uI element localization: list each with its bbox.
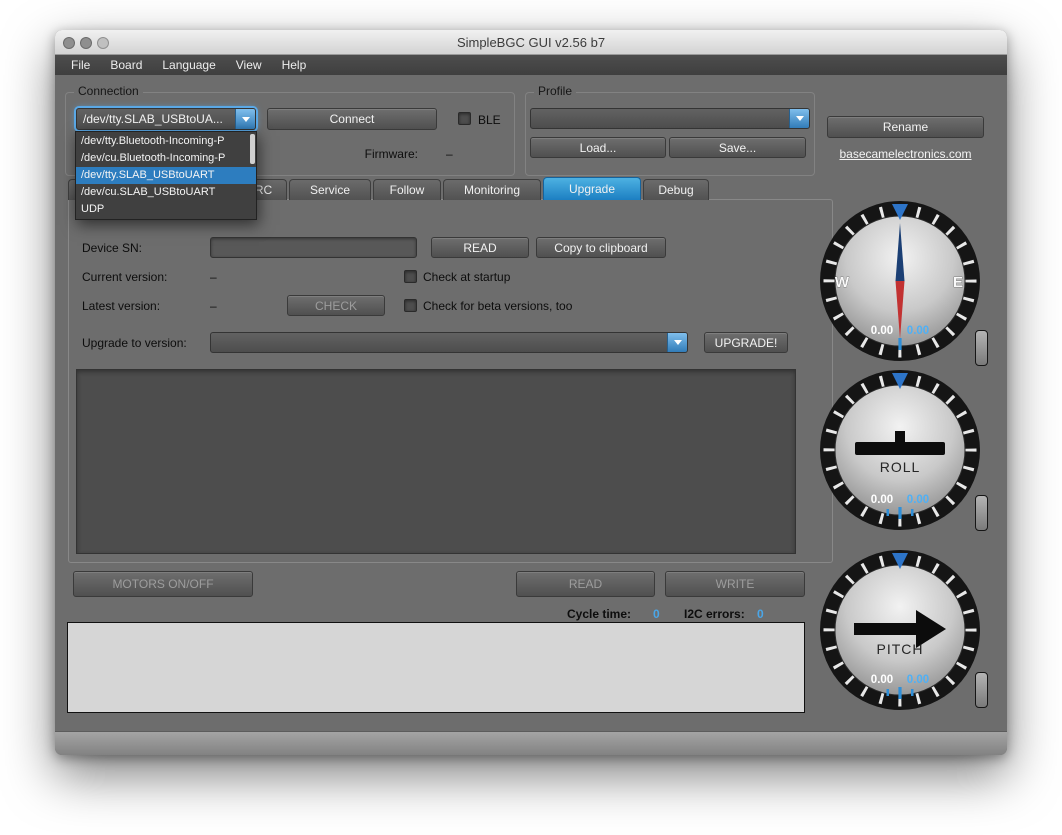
port-option-1[interactable]: /dev/tty.Bluetooth-Incoming-P: [76, 133, 256, 150]
roll-indicator-bar: [855, 442, 945, 455]
beta-versions-checkbox[interactable]: [404, 299, 417, 312]
copy-to-clipboard-button[interactable]: Copy to clipboard: [536, 237, 666, 258]
port-option-5[interactable]: UDP: [76, 201, 256, 218]
i2c-errors-value: 0: [757, 607, 764, 621]
roll-target-tick: [898, 507, 902, 519]
firmware-value: –: [446, 147, 453, 161]
roll-target-value: 0.00: [907, 494, 929, 506]
menu-help[interactable]: Help: [272, 55, 317, 75]
pitch-value: 0.00: [871, 674, 893, 686]
connect-button[interactable]: Connect: [267, 108, 437, 130]
heading-target-value: 0.00: [907, 325, 929, 337]
firmware-log-area[interactable]: [76, 369, 796, 554]
east-label: E: [953, 274, 963, 291]
pitch-arrow-shaft: [854, 623, 917, 635]
chevron-down-icon[interactable]: [789, 109, 809, 128]
current-version-label: Current version:: [82, 270, 168, 284]
roll-gauge: ROLL 0.00 0.00: [818, 368, 982, 532]
motors-on-off-button[interactable]: MOTORS ON/OFF: [73, 571, 253, 597]
latest-version-label: Latest version:: [82, 299, 161, 313]
menubar: File Board Language View Help: [55, 55, 1007, 75]
basecam-link[interactable]: basecamelectronics.com: [827, 147, 984, 161]
i2c-errors-label: I2C errors:: [684, 607, 745, 621]
window-title: SimpleBGC GUI v2.56 b7: [456, 35, 606, 50]
menu-view[interactable]: View: [226, 55, 272, 75]
port-dropdown-list: /dev/tty.Bluetooth-Incoming-P /dev/cu.Bl…: [75, 131, 257, 220]
connection-group-label: Connection: [74, 84, 143, 98]
status-console: [67, 622, 805, 713]
menu-file[interactable]: File: [61, 55, 100, 75]
firmware-label: Firmware:: [364, 147, 418, 161]
tab-debug[interactable]: Debug: [643, 179, 709, 200]
device-sn-label: Device SN:: [82, 241, 143, 255]
chevron-down-icon[interactable]: [667, 333, 687, 352]
save-button[interactable]: Save...: [669, 137, 806, 158]
check-button[interactable]: CHECK: [287, 295, 385, 316]
heading-value: 0.00: [871, 325, 893, 337]
roll-value: 0.00: [871, 494, 893, 506]
pitch-gauge: PITCH 0.00 0.00: [818, 548, 982, 712]
app-window: SimpleBGC GUI v2.56 b7 File Board Langua…: [55, 30, 1007, 755]
titlebar: SimpleBGC GUI v2.56 b7: [55, 30, 1007, 55]
cycle-time-label: Cycle time:: [567, 607, 632, 621]
beta-versions-label: Check for beta versions, too: [423, 299, 573, 313]
pitch-gauge-label: PITCH: [877, 641, 924, 657]
tab-monitoring[interactable]: Monitoring: [443, 179, 541, 200]
profile-select-value: [531, 109, 789, 128]
upgrade-button[interactable]: UPGRADE!: [704, 332, 788, 353]
menu-board[interactable]: Board: [100, 55, 152, 75]
west-label: W: [835, 274, 850, 291]
tab-service[interactable]: Service: [289, 179, 371, 200]
check-at-startup-checkbox[interactable]: [404, 270, 417, 283]
load-button[interactable]: Load...: [530, 137, 666, 158]
ble-label: BLE: [478, 113, 501, 127]
ble-checkbox[interactable]: [458, 112, 471, 125]
heading-target-tick: [898, 338, 902, 350]
profile-group-label: Profile: [534, 84, 577, 98]
port-option-4[interactable]: /dev/cu.SLAB_USBtoUART: [76, 184, 256, 201]
latest-version-value: –: [210, 299, 217, 313]
read-sn-button[interactable]: READ: [431, 237, 529, 258]
pitch-target-value: 0.00: [907, 674, 929, 686]
pitch-target-tick: [898, 687, 902, 699]
device-sn-input[interactable]: [210, 237, 417, 258]
tab-upgrade[interactable]: Upgrade: [543, 177, 641, 200]
profile-group: Profile Load... Save...: [525, 84, 815, 176]
port-select[interactable]: /dev/tty.SLAB_USBtoUA...: [76, 108, 256, 130]
tab-follow[interactable]: Follow: [373, 179, 441, 200]
roll-gauge-label: ROLL: [880, 459, 921, 475]
port-option-2[interactable]: /dev/cu.Bluetooth-Incoming-P: [76, 150, 256, 167]
check-at-startup-label: Check at startup: [423, 270, 511, 284]
upgrade-to-version-label: Upgrade to version:: [82, 336, 187, 350]
popup-scrollbar[interactable]: [250, 134, 255, 164]
port-select-value: /dev/tty.SLAB_USBtoUA...: [83, 112, 223, 126]
port-option-3[interactable]: /dev/tty.SLAB_USBtoUART: [76, 167, 256, 184]
write-button[interactable]: WRITE: [665, 571, 805, 597]
heading-gauge: W E 0.00 0.00: [818, 199, 982, 363]
window-footer: [55, 731, 1007, 755]
upgrade-version-select[interactable]: [210, 332, 688, 353]
profile-select[interactable]: [530, 108, 810, 129]
chevron-down-icon[interactable]: [235, 109, 255, 129]
upgrade-version-value: [211, 333, 667, 352]
menu-language[interactable]: Language: [152, 55, 225, 75]
current-version-value: –: [210, 270, 217, 284]
rename-button[interactable]: Rename: [827, 116, 984, 138]
read-button[interactable]: READ: [516, 571, 655, 597]
roll-indicator-tick: [895, 431, 905, 442]
upgrade-panel: Device SN: READ Copy to clipboard Curren…: [68, 199, 833, 563]
cycle-time-value: 0: [653, 607, 660, 621]
